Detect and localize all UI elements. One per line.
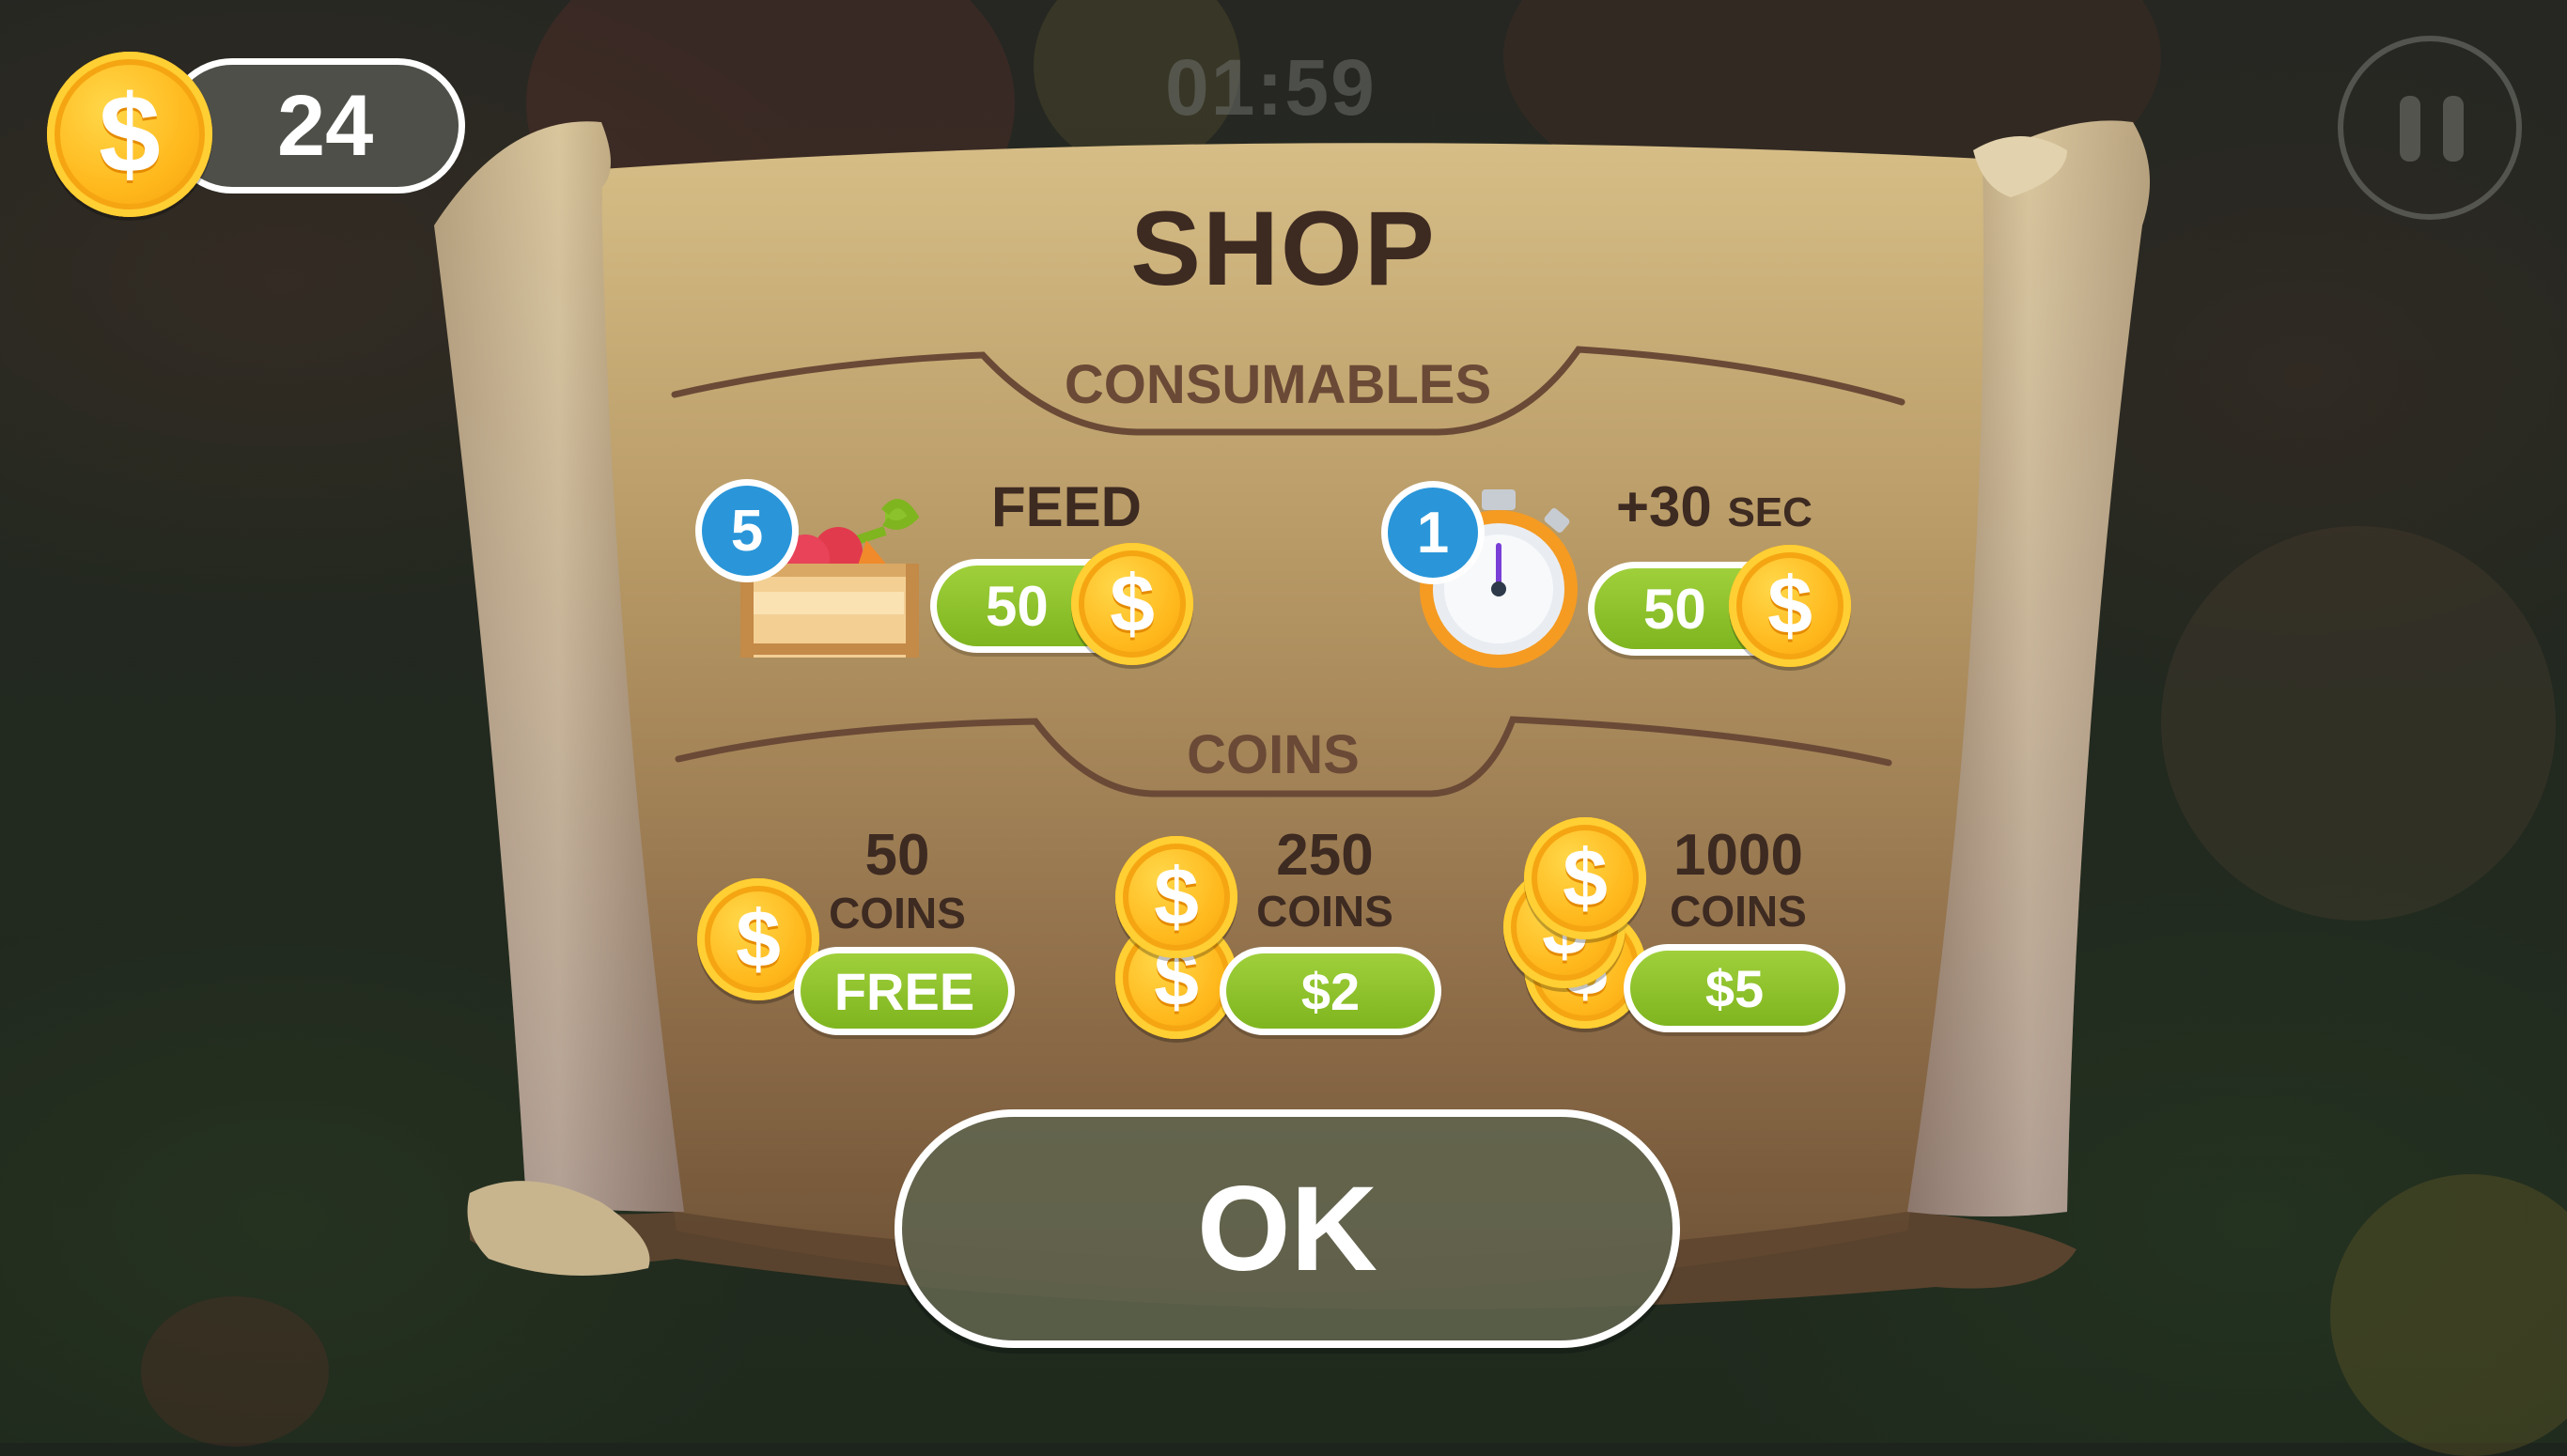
- coin-icon: $: [1729, 545, 1851, 667]
- coin-pack-1000-unit: COINS: [1670, 887, 1807, 936]
- coin-pack-50-amount: 50: [864, 823, 930, 888]
- coin-icon: $: [1115, 836, 1237, 958]
- ok-button-label: OK: [1197, 1161, 1377, 1296]
- time-bonus-quantity-badge: 1: [1381, 481, 1485, 584]
- coin-pack-50-price-button[interactable]: FREE: [794, 947, 1015, 1035]
- time-bonus-title: +30 SEC: [1616, 475, 1812, 538]
- coin-pack-1000-price-button[interactable]: $5: [1624, 944, 1845, 1032]
- coin-pack-50-unit: COINS: [829, 889, 966, 937]
- coin-pack-250-amount: 250: [1276, 823, 1374, 888]
- feed-title: FEED: [990, 475, 1143, 538]
- coin-icon: $: [1524, 817, 1646, 939]
- coin-pack-1000-amount: 1000: [1673, 823, 1803, 888]
- coins-section-label: COINS: [1187, 724, 1360, 785]
- consumables-section-label: CONSUMABLES: [1064, 354, 1492, 415]
- shop-title: SHOP: [1130, 190, 1437, 307]
- feed-price: 50: [986, 574, 1049, 638]
- coin-pack-250-unit: COINS: [1256, 887, 1393, 936]
- ok-button[interactable]: OK: [895, 1109, 1680, 1348]
- time-bonus-price: 50: [1643, 577, 1706, 641]
- feed-quantity-badge: 5: [695, 479, 799, 582]
- coin-icon: $: [1071, 543, 1193, 665]
- coin-pack-250-price-button[interactable]: $2: [1220, 947, 1441, 1035]
